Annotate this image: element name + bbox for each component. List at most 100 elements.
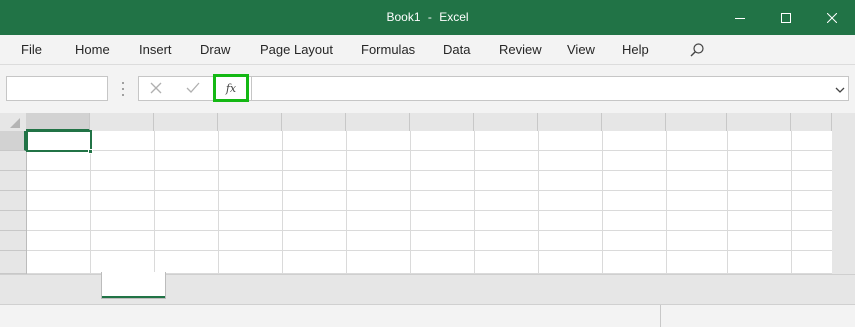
menu-help[interactable]: Help: [622, 42, 649, 57]
cell[interactable]: [91, 211, 155, 231]
cell[interactable]: [411, 211, 475, 231]
menu-view[interactable]: View: [567, 42, 595, 57]
column-header[interactable]: [218, 113, 282, 131]
cell[interactable]: [667, 251, 728, 274]
row-header[interactable]: [0, 171, 26, 191]
menu-home[interactable]: Home: [75, 42, 110, 57]
cell[interactable]: [219, 191, 283, 211]
cell[interactable]: [219, 211, 283, 231]
cell[interactable]: [411, 191, 475, 211]
column-header[interactable]: [346, 113, 410, 131]
cell[interactable]: [667, 211, 728, 231]
cell[interactable]: [155, 251, 219, 274]
cell[interactable]: [792, 251, 833, 274]
cell[interactable]: [539, 131, 603, 151]
sheet-tab[interactable]: [101, 272, 166, 299]
menu-file[interactable]: File: [21, 42, 42, 57]
cell[interactable]: [155, 231, 219, 251]
cell[interactable]: [603, 231, 667, 251]
cell[interactable]: [728, 151, 792, 171]
search-button[interactable]: [689, 42, 705, 61]
cell[interactable]: [667, 151, 728, 171]
cell[interactable]: [792, 191, 833, 211]
cell[interactable]: [155, 131, 219, 151]
row-header[interactable]: [0, 151, 26, 171]
cell[interactable]: [347, 151, 411, 171]
cell[interactable]: [219, 231, 283, 251]
cell[interactable]: [347, 251, 411, 274]
cell[interactable]: [347, 191, 411, 211]
cell[interactable]: [155, 191, 219, 211]
cell[interactable]: [91, 191, 155, 211]
cell[interactable]: [475, 151, 539, 171]
row-header[interactable]: [0, 231, 26, 251]
menu-formulas[interactable]: Formulas: [361, 42, 415, 57]
cell[interactable]: [91, 231, 155, 251]
cell[interactable]: [792, 231, 833, 251]
maximize-button[interactable]: [763, 0, 809, 35]
cell[interactable]: [728, 211, 792, 231]
column-header[interactable]: [727, 113, 791, 131]
cell[interactable]: [155, 171, 219, 191]
fill-handle[interactable]: [88, 149, 93, 154]
cell[interactable]: [283, 171, 347, 191]
select-all-button[interactable]: [0, 113, 26, 131]
cell-grid[interactable]: [26, 130, 833, 274]
cell[interactable]: [475, 171, 539, 191]
cancel-button[interactable]: [149, 81, 163, 98]
cell[interactable]: [155, 151, 219, 171]
cell[interactable]: [411, 131, 475, 151]
cell[interactable]: [792, 171, 833, 191]
cell[interactable]: [728, 171, 792, 191]
cell[interactable]: [539, 171, 603, 191]
menu-data[interactable]: Data: [443, 42, 470, 57]
cell[interactable]: [475, 131, 539, 151]
cell[interactable]: [539, 211, 603, 231]
cell[interactable]: [27, 211, 91, 231]
close-button[interactable]: [809, 0, 855, 35]
insert-function-button[interactable]: fx: [213, 74, 249, 102]
cell[interactable]: [27, 171, 91, 191]
cell[interactable]: [667, 131, 728, 151]
minimize-button[interactable]: [717, 0, 763, 35]
cell[interactable]: [283, 131, 347, 151]
cell[interactable]: [27, 151, 91, 171]
cell[interactable]: [667, 191, 728, 211]
cell[interactable]: [411, 251, 475, 274]
row-header[interactable]: [0, 211, 26, 231]
name-box[interactable]: [6, 76, 108, 101]
column-header[interactable]: [791, 113, 832, 131]
cell[interactable]: [219, 251, 283, 274]
cell[interactable]: [475, 191, 539, 211]
cell[interactable]: [667, 171, 728, 191]
cell[interactable]: [283, 231, 347, 251]
cell[interactable]: [347, 231, 411, 251]
cell[interactable]: [728, 131, 792, 151]
cell[interactable]: [728, 251, 792, 274]
menu-page-layout[interactable]: Page Layout: [260, 42, 333, 57]
cell[interactable]: [27, 231, 91, 251]
cell[interactable]: [91, 251, 155, 274]
column-header[interactable]: [282, 113, 346, 131]
cell[interactable]: [91, 131, 155, 151]
cell[interactable]: [283, 251, 347, 274]
cell[interactable]: [283, 211, 347, 231]
cell[interactable]: [539, 231, 603, 251]
cell[interactable]: [475, 231, 539, 251]
menu-draw[interactable]: Draw: [200, 42, 230, 57]
cell[interactable]: [539, 151, 603, 171]
menu-insert[interactable]: Insert: [139, 42, 172, 57]
cell[interactable]: [91, 171, 155, 191]
cell[interactable]: [219, 171, 283, 191]
cell[interactable]: [27, 191, 91, 211]
column-header[interactable]: [26, 113, 90, 131]
cell[interactable]: [792, 151, 833, 171]
formula-input[interactable]: [251, 76, 849, 101]
formula-bar-resize-handle[interactable]: [120, 82, 126, 96]
cell[interactable]: [728, 191, 792, 211]
expand-formula-bar-button[interactable]: [835, 83, 845, 98]
cell[interactable]: [27, 251, 91, 274]
cell[interactable]: [728, 231, 792, 251]
row-header[interactable]: [0, 251, 26, 274]
cell[interactable]: [667, 231, 728, 251]
